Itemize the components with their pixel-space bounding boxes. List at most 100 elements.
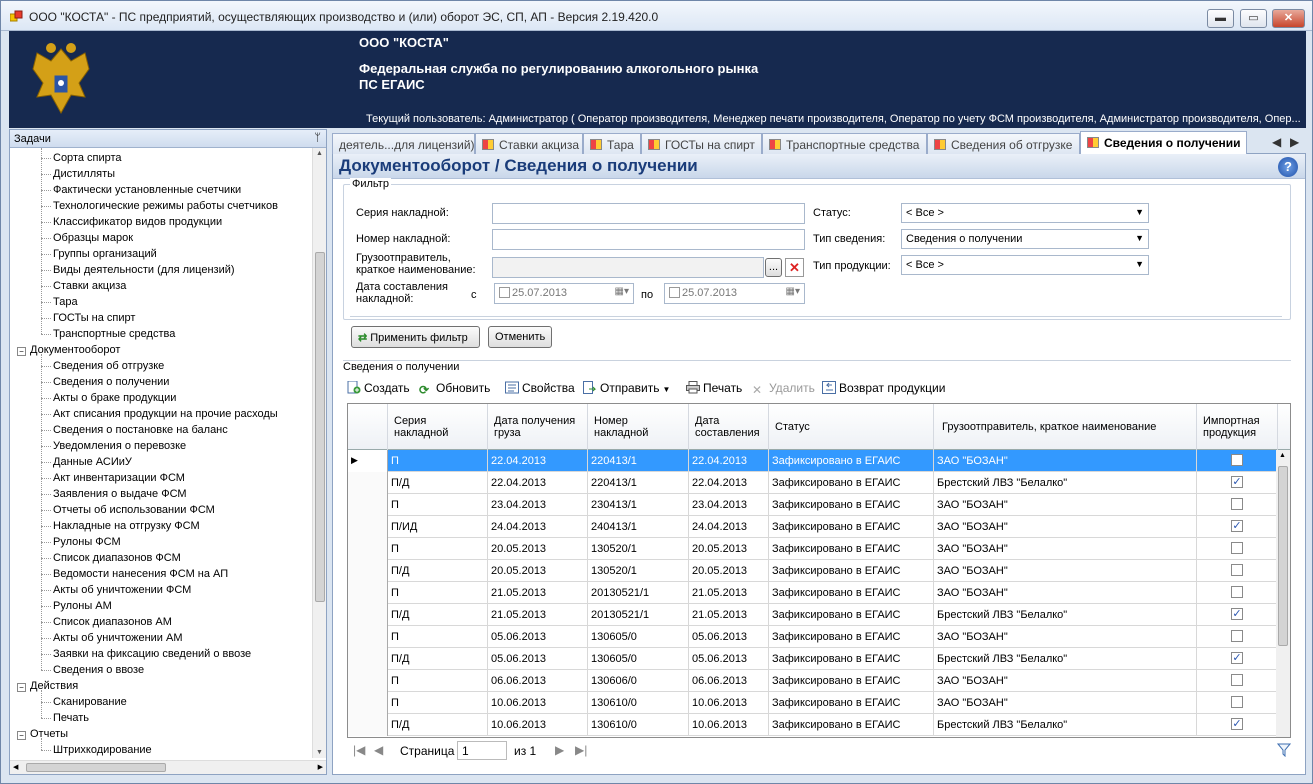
cell-shipper[interactable]: ЗАО "БОЗАН" [934,450,1197,472]
tree-item[interactable]: Печать [53,710,89,726]
tree-item[interactable]: Заявления о выдаче ФСМ [53,486,187,502]
date-from-checkbox[interactable] [499,287,510,298]
row-header[interactable] [348,582,388,604]
product-type-select[interactable]: < Все > ▼ [901,255,1149,275]
tree-item[interactable]: Технологические режимы работы счетчиков [53,198,278,214]
cell-series[interactable]: П [388,538,488,560]
cell-status[interactable]: Зафиксировано в ЕГАИС [769,472,934,494]
collapse-icon[interactable]: − [17,347,26,356]
tab-excise-rates[interactable]: Ставки акциза [475,133,583,154]
cell-num[interactable]: 130520/1 [588,560,689,582]
tree-item[interactable]: Список диапазонов АМ [53,614,172,630]
calendar-icon[interactable]: ▦▾ [786,286,800,297]
cell-status[interactable]: Зафиксировано в ЕГАИС [769,670,934,692]
cell-made[interactable]: 24.04.2013 [689,516,769,538]
cell-status[interactable]: Зафиксировано в ЕГАИС [769,560,934,582]
status-select[interactable]: < Все > ▼ [901,203,1149,223]
col-header-series[interactable]: Серия накладной [388,404,488,450]
row-header[interactable] [348,516,388,538]
return-products-button[interactable]: Возврат продукции [822,381,945,395]
cell-recv[interactable]: 21.05.2013 [488,582,588,604]
table-row[interactable]: П 10.06.2013 130610/0 10.06.2013 Зафиксирова… [348,692,1278,714]
cell-made[interactable]: 23.04.2013 [689,494,769,516]
tree-item[interactable]: Акт списания продукции на прочие расходы [53,406,278,422]
first-page-icon[interactable]: |◀ [353,743,365,757]
cell-made[interactable]: 20.05.2013 [689,560,769,582]
tree-item[interactable]: Сорта спирта [53,150,122,166]
minimize-button[interactable]: ▬ [1207,9,1234,28]
import-checkbox[interactable] [1231,630,1243,642]
info-type-select[interactable]: Сведения о получении ▼ [901,229,1149,249]
page-number-input[interactable]: 1 [457,741,507,760]
tree-item[interactable]: Заявки на фиксацию сведений о ввозе [53,646,251,662]
cell-series[interactable]: П [388,494,488,516]
cell-made[interactable]: 20.05.2013 [689,538,769,560]
calendar-icon[interactable]: ▦▾ [615,286,629,297]
cell-made[interactable]: 05.06.2013 [689,648,769,670]
table-row[interactable]: П 21.05.2013 20130521/1 21.05.2013 Зафиксиро… [348,582,1278,604]
col-header-receive-date[interactable]: Дата получения груза [488,404,588,450]
tree-group[interactable]: − Действия [17,678,78,694]
tree-item[interactable]: Группы организаций [53,246,157,262]
cell-made[interactable]: 06.06.2013 [689,670,769,692]
cell-status[interactable]: Зафиксировано в ЕГАИС [769,538,934,560]
cell-made[interactable]: 21.05.2013 [689,604,769,626]
row-header[interactable] [348,560,388,582]
cell-series[interactable]: П [388,692,488,714]
tree-item[interactable]: Отчеты об использовании ФСМ [53,502,215,518]
row-header[interactable] [348,626,388,648]
tab-gosts[interactable]: ГОСТы на спирт [641,133,762,154]
hscroll-thumb[interactable] [26,763,166,772]
tab-prev-icon[interactable]: ◀ [1272,135,1281,149]
import-checkbox[interactable]: ✓ [1231,608,1243,620]
cell-num[interactable]: 20130521/1 [588,604,689,626]
tab-vehicles[interactable]: Транспортные средства [762,133,927,154]
tree-item[interactable]: ГОСТы на спирт [53,310,135,326]
table-row[interactable]: П/ИД 24.04.2013 240413/1 24.04.2013 Зафиксир… [348,516,1278,538]
cell-made[interactable]: 21.05.2013 [689,582,769,604]
col-header-import[interactable]: Импортная продукция [1197,404,1278,450]
scroll-up-icon[interactable]: ▲ [1279,452,1286,459]
cell-status[interactable]: Зафиксировано в ЕГАИС [769,604,934,626]
tree-item[interactable]: Классификатор видов продукции [53,214,222,230]
cell-series[interactable]: П/Д [388,714,488,736]
scroll-right-icon[interactable]: ▶ [318,763,323,771]
clear-shipper-icon[interactable]: ✕ [785,258,804,277]
col-header-status[interactable]: Статус [769,404,934,450]
tree-item[interactable]: Тара [53,294,78,310]
tree-item[interactable]: Фактически установленные счетчики [53,182,241,198]
tree-group[interactable]: − Отчеты [17,726,68,742]
cell-series[interactable]: П/ИД [388,516,488,538]
cell-status[interactable]: Зафиксировано в ЕГАИС [769,516,934,538]
import-checkbox[interactable] [1231,564,1243,576]
collapse-icon[interactable]: − [17,731,26,740]
import-checkbox[interactable] [1231,542,1243,554]
import-checkbox[interactable] [1231,586,1243,598]
cell-status[interactable]: Зафиксировано в ЕГАИС [769,582,934,604]
series-input[interactable] [492,203,805,224]
date-from-picker[interactable]: 25.07.2013 ▦▾ [494,283,634,304]
tree-item[interactable]: Уведомления о перевозке [53,438,186,454]
import-checkbox[interactable]: ✓ [1231,476,1243,488]
cell-shipper[interactable]: ЗАО "БОЗАН" [934,626,1197,648]
cell-recv[interactable]: 21.05.2013 [488,604,588,626]
create-button[interactable]: Создать [347,381,410,395]
print-button[interactable]: Печать [686,381,742,395]
cell-made[interactable]: 22.04.2013 [689,472,769,494]
cell-series[interactable]: П/Д [388,648,488,670]
tasks-horizontal-scrollbar[interactable]: ◀ ▶ [10,760,326,774]
tree-item[interactable]: Рулоны ФСМ [53,534,121,550]
cell-made[interactable]: 10.06.2013 [689,692,769,714]
cell-shipper[interactable]: ЗАО "БОЗАН" [934,516,1197,538]
col-header-made-date[interactable]: Дата составления [689,404,769,450]
tree-item[interactable]: Штрихкодирование [53,742,152,758]
cell-recv[interactable]: 23.04.2013 [488,494,588,516]
shipper-input[interactable] [492,257,764,278]
cell-num[interactable]: 230413/1 [588,494,689,516]
row-header[interactable] [348,648,388,670]
cell-shipper[interactable]: Брестский ЛВЗ "Белалко" [934,604,1197,626]
cell-status[interactable]: Зафиксировано в ЕГАИС [769,648,934,670]
row-header[interactable] [348,692,388,714]
shipper-browse-button[interactable]: ... [765,258,782,277]
tree-item[interactable]: Сведения о получении [53,374,169,390]
